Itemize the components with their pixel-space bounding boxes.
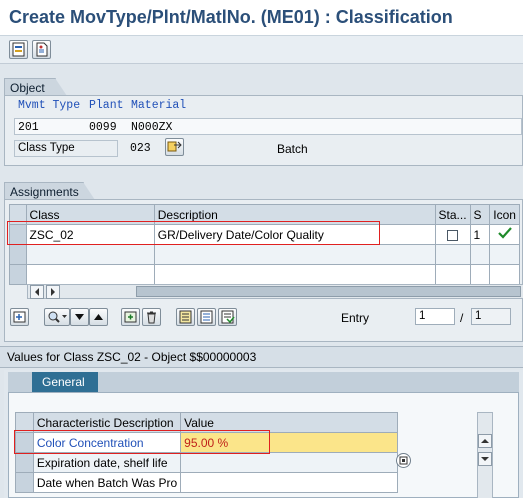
description-column-header[interactable]: Description (153, 204, 436, 225)
tab-general[interactable]: General (32, 372, 98, 392)
value-input[interactable] (180, 452, 398, 473)
plant-header: Plant (89, 99, 124, 112)
sort-ascending-icon[interactable] (89, 308, 108, 326)
table-row[interactable] (9, 264, 520, 285)
s-cell[interactable]: 1 (469, 224, 491, 245)
scroll-up-icon[interactable] (478, 434, 492, 448)
table-row[interactable]: Color Concentration 95.00 % (15, 432, 398, 453)
table-row[interactable]: Date when Batch Was Pro (15, 472, 398, 493)
plant-value: 0099 (89, 121, 117, 134)
class-column-header[interactable]: Class (25, 204, 155, 225)
class-type-text: Batch (277, 142, 308, 156)
values-panel: General Characteristic Description Value… (4, 370, 523, 498)
value-input[interactable] (180, 472, 398, 493)
entry-total: 1 (471, 308, 511, 325)
window-title: Create MovType/Plnt/MatlNo. (ME01) : Cla… (0, 0, 523, 36)
assignments-group-title: Assignments (4, 182, 95, 200)
details-icon[interactable] (10, 308, 29, 326)
select-block-icon[interactable] (197, 308, 216, 326)
table-row[interactable]: ZSC_02 GR/Delivery Date/Color Quality 1 (9, 224, 520, 245)
scroll-down-icon[interactable] (478, 452, 492, 466)
char-desc-cell[interactable]: Date when Batch Was Pro (32, 472, 182, 493)
status-cell[interactable] (434, 224, 471, 245)
char-desc-column-header[interactable]: Characteristic Description (32, 412, 182, 433)
value-column-header[interactable]: Value (180, 412, 398, 433)
characteristics-table: Characteristic Description Value Color C… (15, 412, 398, 493)
application-toolbar (0, 36, 523, 64)
tab-content: Characteristic Description Value Color C… (8, 392, 519, 498)
horizontal-scrollbar[interactable] (27, 284, 523, 299)
entry-label: Entry (341, 311, 370, 325)
delete-row-icon[interactable] (142, 308, 161, 326)
char-desc-cell[interactable]: Color Concentration (32, 432, 182, 453)
row-selector-header[interactable] (9, 204, 27, 225)
description-cell: GR/Delivery Date/Color Quality (153, 224, 436, 245)
icon-cell (489, 224, 520, 245)
checkmark-icon (497, 227, 512, 239)
object-group: Mvmt Type Plant Material 201 0099 N000ZX… (4, 95, 523, 166)
entry-separator: / (460, 311, 464, 325)
object-group-title: Object (4, 78, 67, 96)
scroll-thumb[interactable] (136, 286, 521, 297)
scroll-right-icon[interactable] (46, 285, 60, 299)
deselect-all-icon[interactable] (218, 308, 237, 326)
values-section-title: Values for Class ZSC_02 - Object $$00000… (0, 346, 523, 368)
sort-descending-icon[interactable] (70, 308, 89, 326)
class-type-value: 023 (130, 142, 151, 155)
s-column-header[interactable]: S (469, 204, 491, 225)
scroll-left-icon[interactable] (30, 285, 44, 299)
material-value: N000ZX (131, 121, 173, 134)
vertical-scrollbar[interactable] (477, 412, 493, 498)
char-desc-cell[interactable]: Expiration date, shelf life (32, 452, 182, 473)
class-cell[interactable]: ZSC_02 (25, 224, 155, 245)
assignments-group: Class Description Sta... S Icon ZSC_02 G… (4, 199, 523, 342)
status-column-header[interactable]: Sta... (434, 204, 471, 225)
icon-column-header[interactable]: Icon (489, 204, 520, 225)
table-row[interactable]: Expiration date, shelf life (15, 452, 398, 473)
row-selector-header[interactable] (15, 412, 34, 433)
assignments-table: Class Description Sta... S Icon ZSC_02 G… (9, 204, 520, 285)
status-checkbox[interactable] (447, 229, 459, 241)
overview-icon[interactable] (9, 40, 28, 59)
document-icon[interactable] (32, 40, 51, 59)
value-help-icon[interactable] (396, 453, 411, 468)
entry-input[interactable]: 1 (415, 308, 455, 325)
mvmt-type-value: 201 (18, 121, 39, 134)
table-row[interactable] (9, 244, 520, 265)
class-type-select-icon[interactable] (165, 138, 184, 156)
value-input[interactable]: 95.00 % (180, 432, 398, 453)
insert-row-icon[interactable] (121, 308, 140, 326)
find-icon[interactable] (44, 308, 70, 326)
mvmt-type-header: Mvmt Type (18, 99, 81, 112)
class-type-label: Class Type (14, 140, 118, 157)
material-header: Material (131, 99, 187, 112)
select-all-icon[interactable] (176, 308, 195, 326)
row-selector[interactable] (9, 224, 27, 245)
